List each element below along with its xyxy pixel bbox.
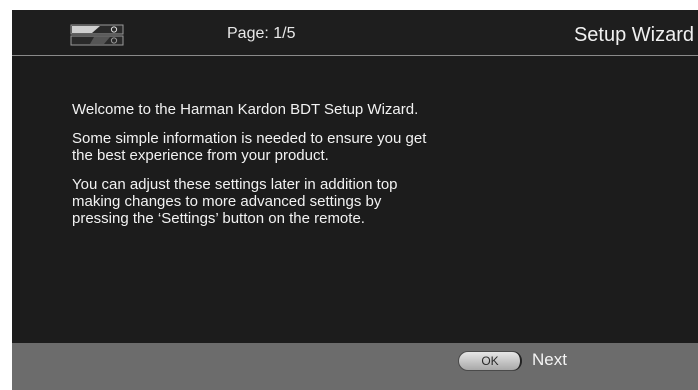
page-indicator: Page: 1/5 [227, 25, 296, 42]
page-title: Setup Wizard [573, 24, 694, 46]
info-paragraph: Some simple information is needed to ens… [72, 130, 427, 164]
header-bar: Page: 1/5 Setup Wizard [12, 10, 698, 55]
header-divider [12, 55, 698, 56]
welcome-text: Welcome to the Harman Kardon BDT Setup W… [72, 101, 442, 239]
welcome-paragraph: Welcome to the Harman Kardon BDT Setup W… [72, 101, 419, 118]
player-device-icon [70, 24, 124, 46]
settings-paragraph: You can adjust these settings later in a… [72, 176, 398, 227]
next-label: Next [532, 350, 567, 369]
ok-button[interactable]: OK [458, 351, 522, 371]
setup-wizard-screen: Page: 1/5 Setup Wizard Welcome to the Ha… [12, 10, 698, 390]
footer-bar: OK Next [12, 343, 698, 390]
